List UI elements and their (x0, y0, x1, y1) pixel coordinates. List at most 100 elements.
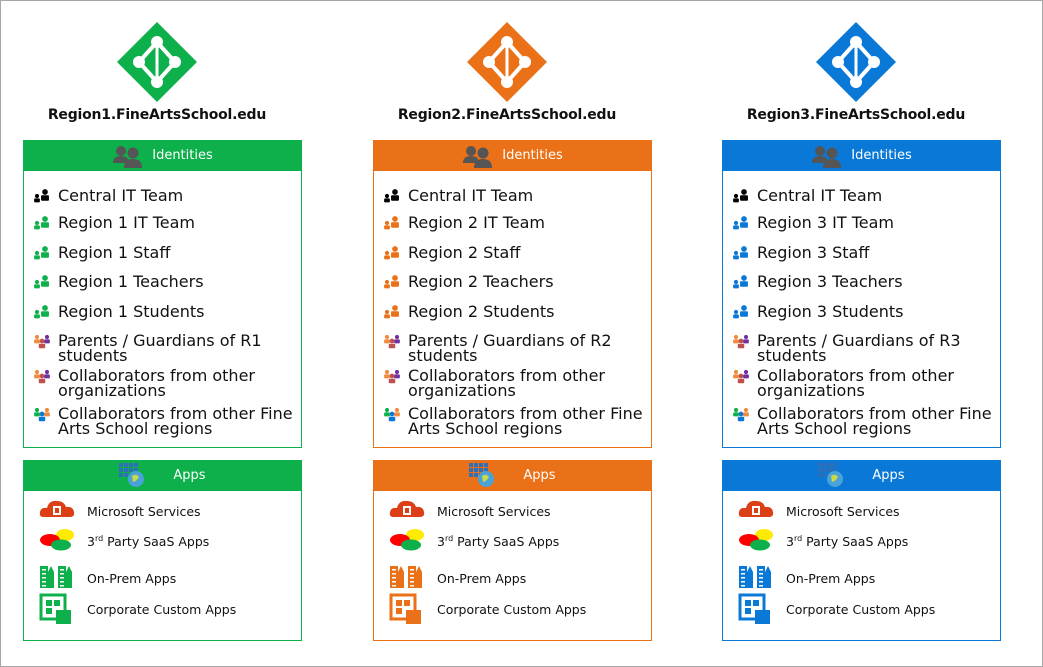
region-column: Region1.FineArtsSchool.edu Identities Ce… (23, 0, 303, 667)
region-group-icon (384, 246, 399, 260)
identities-header: Identities (722, 140, 1001, 171)
apps-header: Apps (23, 460, 302, 491)
identity-item: Region 3 Staff (731, 245, 995, 264)
app-item: On-Prem Apps (738, 562, 875, 594)
app-item: On-Prem Apps (389, 562, 526, 594)
region-group-icon (384, 216, 399, 230)
users-icon (463, 145, 493, 168)
region-domain-title: Region2.FineArtsSchool.edu (397, 107, 617, 123)
identity-label: Region 1 Teachers (58, 272, 204, 291)
app-label: 3rd Party SaaS Apps (786, 534, 909, 550)
app-label: Corporate Custom Apps (437, 601, 587, 617)
region-group-icon (34, 216, 49, 230)
central-it-icon (34, 189, 49, 203)
custom-app-icon (39, 593, 71, 624)
identity-item: Parents / Guardians of R1 students (32, 333, 296, 364)
identity-item: Region 2 IT Team (382, 215, 646, 234)
region-group-icon (733, 275, 748, 289)
identity-item: Central IT Team (32, 188, 296, 207)
identity-item: Collaborators from other Fine Arts Schoo… (382, 404, 646, 438)
identities-header: Identities (23, 140, 302, 171)
identity-item: Region 1 IT Team (32, 215, 296, 234)
app-label: 3rd Party SaaS Apps (437, 534, 560, 550)
region-group-icon (733, 246, 748, 260)
app-label: On-Prem Apps (437, 570, 527, 586)
apps-globe-icon (119, 462, 145, 487)
identity-label: Collaborators from other organizations (58, 366, 255, 400)
app-label: Corporate Custom Apps (786, 601, 936, 617)
identities-header: Identities (373, 140, 652, 171)
apps-label: Apps (523, 468, 556, 483)
identity-item: Region 1 Staff (32, 245, 296, 264)
identity-item: Collaborators from other Fine Arts Schoo… (731, 406, 995, 437)
identity-label: Central IT Team (757, 186, 883, 205)
external-collaborators-icon (34, 369, 50, 384)
users-icon (113, 145, 143, 168)
identity-label: Region 3 Students (757, 302, 904, 321)
identity-item: Region 2 Students (382, 304, 646, 323)
region-column: Region2.FineArtsSchool.edu Identities Ce… (373, 0, 653, 667)
users-icon (812, 145, 842, 168)
identity-label: Region 2 Staff (408, 243, 521, 262)
identity-item: Region 3 Students (731, 304, 995, 323)
identity-item: Region 1 Teachers (32, 274, 296, 293)
apps-globe-icon (818, 462, 844, 487)
azure-ad-logo-icon (117, 22, 197, 102)
apps-list: Microsoft Services 3rd Party SaaS Apps On-… (23, 491, 302, 641)
identity-item: Parents / Guardians of R3 students (731, 333, 995, 364)
identity-label: Collaborators from other Fine Arts Schoo… (58, 404, 293, 438)
region-group-icon (34, 275, 49, 289)
saas-clouds-icon (739, 529, 773, 551)
identity-label: Region 2 IT Team (408, 213, 545, 232)
app-item: On-Prem Apps (39, 562, 176, 594)
apps-label: Apps (173, 468, 206, 483)
region-group-icon (384, 275, 399, 289)
identity-label: Parents / Guardians of R2 students (408, 331, 612, 365)
apps-list: Microsoft Services 3rd Party SaaS Apps On-… (722, 491, 1001, 641)
region-group-icon (733, 216, 748, 230)
central-it-icon (384, 189, 399, 203)
app-label: Microsoft Services (437, 503, 551, 519)
buildings-icon (739, 566, 771, 588)
identity-label: Region 3 IT Team (757, 213, 894, 232)
identity-label: Central IT Team (408, 186, 534, 205)
app-label: Microsoft Services (87, 503, 201, 519)
identity-item: Central IT Team (382, 188, 646, 207)
buildings-icon (390, 566, 422, 588)
identities-list: Central IT Team Region 3 IT Team Region 3 … (722, 171, 1001, 448)
region-collaborators-icon (384, 407, 400, 422)
identity-item: Parents / Guardians of R2 students (382, 331, 646, 365)
identity-label: Region 3 Teachers (757, 272, 903, 291)
buildings-icon (40, 566, 72, 588)
identity-item: Collaborators from other Fine Arts Schoo… (32, 404, 296, 438)
region-group-icon (34, 246, 49, 260)
region-collaborators-icon (733, 407, 749, 422)
parents-icon (384, 334, 400, 349)
parents-icon (34, 334, 50, 349)
app-label: Corporate Custom Apps (87, 601, 237, 617)
region-group-icon (733, 305, 748, 319)
app-item: Microsoft Services (389, 495, 551, 527)
identity-item: Collaborators from other organizations (731, 368, 995, 399)
app-item: Corporate Custom Apps (39, 593, 236, 625)
app-item: 3rd Party SaaS Apps (39, 526, 209, 558)
identity-label: Region 2 Students (408, 302, 555, 321)
saas-clouds-icon (40, 529, 74, 551)
identity-label: Collaborators from other Fine Arts Schoo… (408, 404, 643, 438)
saas-clouds-icon (390, 529, 424, 551)
apps-label: Apps (872, 468, 905, 483)
identity-item: Region 2 Staff (382, 245, 646, 264)
identity-item: Collaborators from other organizations (32, 366, 296, 400)
identity-item: Central IT Team (731, 188, 995, 207)
identities-label: Identities (152, 148, 213, 163)
identity-label: Region 1 IT Team (58, 213, 195, 232)
external-collaborators-icon (384, 369, 400, 384)
azure-ad-logo-icon (467, 22, 547, 102)
office-cloud-icon (389, 500, 425, 517)
identity-label: Collaborators from other organizations (408, 366, 605, 400)
central-it-icon (733, 189, 748, 203)
identities-label: Identities (502, 148, 563, 163)
apps-globe-icon (469, 462, 495, 487)
app-label: 3rd Party SaaS Apps (87, 534, 210, 550)
identities-label: Identities (851, 148, 912, 163)
